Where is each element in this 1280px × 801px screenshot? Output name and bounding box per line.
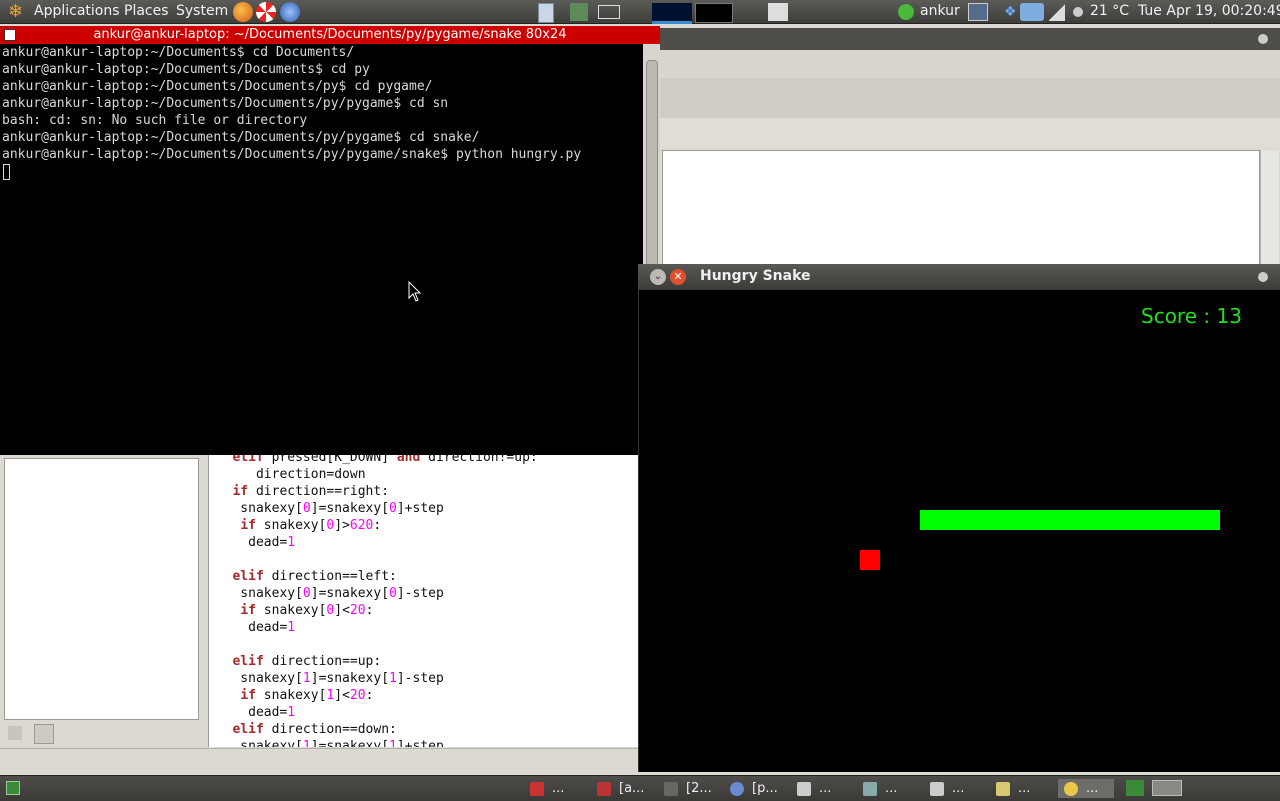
app-icon	[930, 781, 944, 796]
terminal-line: ankur@ankur-laptop:~/Documents/Documents…	[2, 62, 370, 77]
taskbar-item[interactable]: [a...	[597, 779, 644, 798]
temperature-status-icon	[1073, 7, 1083, 17]
documents-tab-icon[interactable]	[8, 726, 22, 740]
side-pane-tabs	[4, 722, 64, 746]
taskbar-item[interactable]: ...	[863, 779, 897, 798]
network-monitor-graph[interactable]	[695, 3, 733, 23]
gedit-toolbar[interactable]	[660, 78, 1280, 119]
gedit-statusbar	[0, 748, 660, 775]
workspace-switcher-icon[interactable]	[768, 3, 788, 21]
terminal-output: ankur@ankur-laptop:~/Documents$ cd Docum…	[2, 44, 581, 163]
browser-launcher-icon[interactable]	[280, 2, 300, 22]
clipboard-icon[interactable]	[538, 3, 554, 23]
game-titlebar[interactable]: ⌄ ✕ Hungry Snake	[638, 264, 1280, 290]
window-menu-icon[interactable]	[1258, 272, 1268, 282]
bottom-panel: ... [a... [2... [p... ... ... ... ... ..…	[0, 775, 1280, 801]
side-pane-list[interactable]	[4, 458, 199, 720]
taskbar-item[interactable]: ...	[530, 779, 564, 798]
terminal-line: ankur@ankur-laptop:~/Documents/Documents…	[2, 147, 582, 162]
show-desktop-icon[interactable]	[6, 781, 20, 795]
gnome-foot-icon[interactable]: ❄	[8, 2, 26, 22]
app-icon	[530, 781, 544, 796]
minimize-button[interactable]: ⌄	[650, 269, 666, 285]
taskbar-item[interactable]: [2...	[664, 779, 712, 798]
mouse-pointer-icon	[408, 281, 422, 302]
taskbar-item[interactable]: ...	[996, 779, 1030, 798]
help-launcher-icon[interactable]	[256, 2, 276, 22]
app-icon	[597, 781, 611, 796]
mail-icon[interactable]	[598, 5, 620, 19]
clock[interactable]: Tue Apr 19, 00:20:49	[1138, 3, 1280, 19]
terminal-window-title: ankur@ankur-laptop: ~/Documents/Document…	[93, 27, 567, 42]
weather-icon[interactable]	[1020, 3, 1044, 21]
file-browser-tab-icon[interactable]	[34, 724, 54, 744]
notes-icon[interactable]	[570, 3, 588, 21]
gedit-document-area[interactable]	[662, 150, 1260, 267]
close-button[interactable]: ✕	[670, 269, 686, 285]
score-label: Score : 13	[1141, 304, 1242, 328]
taskbar-item[interactable]: ...	[797, 779, 831, 798]
window-menu-icon[interactable]	[1258, 34, 1268, 44]
code-text: elif pressed[K_DOWN] and direction!=up: …	[232, 455, 538, 747]
gedit-scrollbar[interactable]	[1260, 150, 1279, 265]
game-window-title: Hungry Snake	[700, 268, 811, 284]
game-canvas[interactable]: Score : 13	[638, 290, 1280, 772]
dropbox-icon[interactable]: ❖	[1004, 3, 1020, 21]
app-icon	[797, 781, 811, 796]
terminal-line: ankur@ankur-laptop:~/Documents/Documents…	[2, 130, 480, 145]
top-panel: ❄ Applications Places System ankur ❖ 21 …	[0, 0, 1280, 24]
snake	[920, 510, 1220, 530]
user-name[interactable]: ankur	[920, 3, 960, 19]
workspace-switcher[interactable]	[1152, 780, 1182, 796]
user-status-icon[interactable]	[898, 4, 914, 20]
temperature-label[interactable]: 21 °C	[1090, 3, 1129, 19]
taskbar-item[interactable]: [p...	[730, 779, 778, 798]
applications-menu[interactable]: Applications	[34, 3, 120, 19]
trash-icon[interactable]	[1126, 780, 1144, 796]
terminal-body[interactable]: ankur@ankur-laptop:~/Documents$ cd Docum…	[0, 44, 660, 455]
app-icon	[863, 781, 877, 796]
gedit-menubar[interactable]	[660, 50, 1280, 79]
app-icon	[1064, 781, 1078, 796]
system-monitor-graph[interactable]	[652, 3, 692, 24]
terminal-line: bash: cd: sn: No such file or directory	[2, 113, 308, 128]
terminal-titlebar[interactable]: ankur@ankur-laptop: ~/Documents/Document…	[0, 26, 660, 44]
terminal-cursor	[3, 164, 10, 180]
code-editor-view[interactable]: elif pressed[K_DOWN] and direction!=up: …	[208, 455, 639, 747]
signal-strength-icon[interactable]	[1049, 3, 1065, 21]
terminal-scrollbar-thumb[interactable]	[646, 60, 658, 292]
gedit-tab-bar[interactable]	[660, 118, 1280, 148]
firefox-launcher-icon[interactable]	[233, 2, 253, 22]
terminal-line: ankur@ankur-laptop:~/Documents$ cd Docum…	[2, 45, 355, 60]
terminal-line: ankur@ankur-laptop:~/Documents/Documents…	[2, 96, 449, 111]
places-menu[interactable]: Places	[124, 3, 169, 19]
system-menu[interactable]: System	[176, 3, 228, 19]
taskbar-item[interactable]: ...	[930, 779, 964, 798]
display-icon[interactable]	[968, 3, 988, 21]
food-pellet	[860, 550, 880, 570]
taskbar-item-active[interactable]: ...	[1058, 779, 1114, 798]
gedit-titlebar[interactable]	[660, 28, 1280, 50]
terminal-line: ankur@ankur-laptop:~/Documents/Documents…	[2, 79, 433, 94]
app-icon	[730, 781, 744, 796]
app-icon	[996, 781, 1010, 796]
app-icon	[664, 781, 678, 796]
terminal-app-icon[interactable]	[4, 29, 16, 41]
